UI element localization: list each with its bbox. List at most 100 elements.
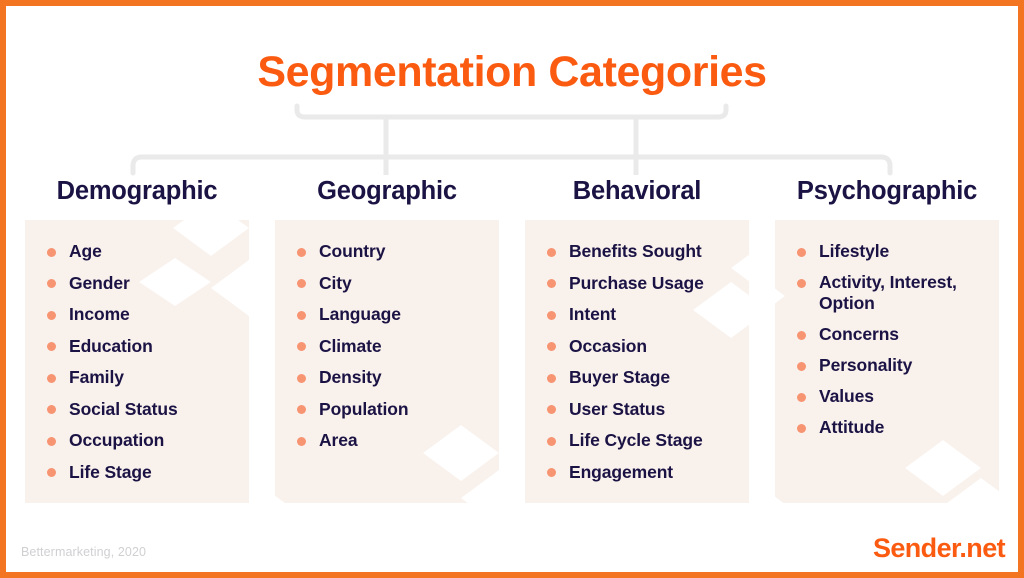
list-item: Engagement — [547, 462, 739, 483]
bullet-icon — [47, 342, 56, 351]
list-item: Family — [47, 367, 239, 388]
list-item-label: City — [319, 272, 352, 293]
item-list-psychographic: Lifestyle Activity, Interest, Option Con… — [797, 241, 989, 438]
list-item: City — [297, 273, 489, 294]
list-item-label: Occupation — [69, 430, 165, 450]
column-behavioral: Behavioral Benefits Sought Purchase Usag… — [525, 176, 749, 503]
category-columns: Demographic Age Gender Income Education … — [25, 176, 999, 503]
list-item-label: Benefits Sought — [569, 241, 702, 261]
list-item-label: Lifestyle — [819, 241, 890, 261]
list-item-label: Activity, Interest, Option — [819, 272, 957, 313]
bullet-icon — [297, 310, 306, 320]
list-item-label: Concerns — [819, 324, 899, 344]
list-item-label: Country — [319, 241, 386, 261]
list-item: Buyer Stage — [547, 367, 739, 388]
column-heading-geographic: Geographic — [317, 177, 457, 205]
bullet-icon — [297, 373, 306, 383]
list-item-label: Area — [319, 430, 358, 450]
list-item-label: Engagement — [569, 461, 674, 482]
list-item-label: Family — [69, 367, 124, 387]
bullet-icon — [797, 247, 806, 257]
list-item-label: Language — [319, 304, 401, 324]
list-item: Income — [47, 304, 239, 325]
bullet-icon — [797, 423, 806, 433]
list-item-label: Climate — [319, 335, 382, 356]
bullet-icon — [297, 247, 306, 257]
list-item-label: Occasion — [569, 335, 647, 356]
column-heading-psychographic: Psychographic — [796, 177, 978, 205]
list-item: User Status — [547, 399, 739, 420]
list-item: Area — [297, 430, 489, 451]
bullet-icon — [547, 373, 556, 383]
list-item: Occasion — [547, 336, 739, 357]
list-item-label: Life Stage — [69, 461, 152, 482]
list-item: Values — [797, 386, 989, 407]
list-item: Climate — [297, 336, 489, 357]
list-item: Intent — [547, 304, 739, 325]
bullet-icon — [547, 405, 556, 414]
bullet-icon — [797, 330, 806, 340]
list-item: Lifestyle — [797, 241, 989, 262]
column-demographic: Demographic Age Gender Income Education … — [25, 176, 249, 503]
bullet-icon — [797, 392, 806, 402]
column-heading-demographic: Demographic — [56, 177, 218, 205]
list-item: Social Status — [47, 399, 239, 420]
card-psychographic: Lifestyle Activity, Interest, Option Con… — [775, 220, 999, 503]
list-item-label: Education — [69, 335, 153, 356]
bullet-icon — [547, 436, 556, 446]
list-item: Personality — [797, 355, 989, 376]
bullet-icon — [47, 468, 56, 477]
bullet-icon — [297, 342, 306, 351]
column-heading-behavioral: Behavioral — [572, 177, 702, 205]
list-item: Country — [297, 241, 489, 262]
list-item: Purchase Usage — [547, 273, 739, 294]
list-item: Attitude — [797, 417, 989, 438]
bullet-icon — [297, 405, 306, 414]
list-item: Occupation — [47, 430, 239, 451]
list-item-label: Personality — [819, 355, 913, 375]
list-item-label: Social Status — [69, 398, 178, 419]
list-item: Language — [297, 304, 489, 325]
list-item-label: Buyer Stage — [569, 367, 671, 387]
list-item-label: Intent — [569, 304, 617, 324]
list-item: Population — [297, 399, 489, 420]
list-item-label: Income — [69, 304, 130, 324]
item-list-behavioral: Benefits Sought Purchase Usage Intent Oc… — [547, 241, 739, 483]
infographic-canvas: Segmentation Categories Demographic Age … — [0, 0, 1024, 578]
bullet-icon — [47, 405, 56, 414]
bullet-icon — [797, 278, 806, 288]
bullet-icon — [297, 436, 306, 446]
bullet-icon — [47, 373, 56, 383]
list-item: Concerns — [797, 324, 989, 345]
list-item: Education — [47, 336, 239, 357]
list-item-label: Purchase Usage — [569, 272, 704, 293]
bullet-icon — [547, 247, 556, 257]
list-item-label: Density — [319, 367, 382, 387]
brand-logo: Sender.net — [872, 533, 1006, 563]
page-title: Segmentation Categories — [257, 48, 767, 96]
bullet-icon — [797, 361, 806, 371]
list-item: Age — [47, 241, 239, 262]
bullet-icon — [47, 279, 56, 288]
bullet-icon — [547, 310, 556, 320]
bullet-icon — [47, 310, 56, 320]
item-list-geographic: Country City Language Climate Density Po… — [297, 241, 489, 451]
bullet-icon — [47, 247, 56, 257]
source-credit: Bettermarketing, 2020 — [21, 545, 147, 559]
list-item: Benefits Sought — [547, 241, 739, 262]
list-item-label: Life Cycle Stage — [569, 430, 703, 450]
list-item-label: Values — [819, 386, 874, 406]
card-demographic: Age Gender Income Education Family Socia… — [25, 220, 249, 503]
list-item: Gender — [47, 273, 239, 294]
column-psychographic: Psychographic Lifestyle Activity, Intere… — [775, 176, 999, 503]
list-item-label: Attitude — [819, 417, 885, 437]
list-item: Life Cycle Stage — [547, 430, 739, 451]
bullet-icon — [547, 468, 556, 477]
list-item: Activity, Interest, Option — [797, 272, 989, 314]
card-behavioral: Benefits Sought Purchase Usage Intent Oc… — [525, 220, 749, 503]
column-geographic: Geographic Country City Language Climate… — [275, 176, 499, 503]
item-list-demographic: Age Gender Income Education Family Socia… — [47, 241, 239, 483]
list-item-label: Gender — [69, 272, 130, 293]
list-item: Life Stage — [47, 462, 239, 483]
bullet-icon — [547, 342, 556, 351]
